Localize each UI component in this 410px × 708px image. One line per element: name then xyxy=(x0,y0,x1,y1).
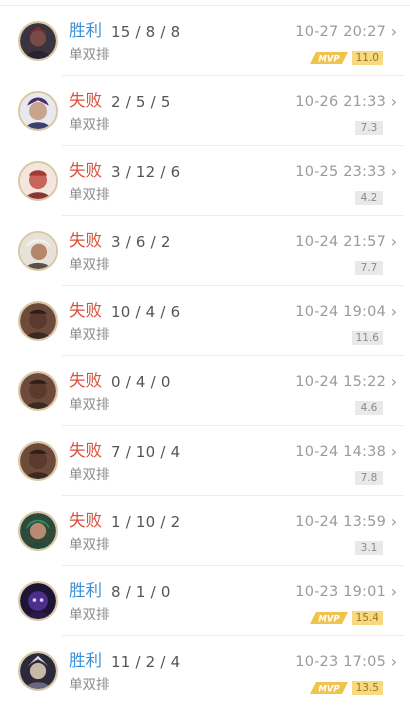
match-result: 失败 xyxy=(69,441,102,460)
mvp-label: MVP xyxy=(318,685,340,695)
match-time: 10-24 19:04 xyxy=(295,304,386,320)
match-row[interactable]: 胜利 11 / 2 / 4 单双排 10-23 17:05 › MVP 13.5 xyxy=(0,636,410,706)
game-mode: 单双排 xyxy=(69,397,110,413)
match-score-badge: 7.3 xyxy=(355,121,383,135)
chevron-right-icon: › xyxy=(390,372,398,391)
match-result: 胜利 xyxy=(69,651,102,670)
match-row[interactable]: 失败 10 / 4 / 6 单双排 10-24 19:04 › 11.6 xyxy=(0,286,410,356)
hero-avatar-icon xyxy=(18,91,58,131)
match-time: 10-24 21:57 xyxy=(295,234,386,250)
match-history-list: 胜利 15 / 8 / 8 单双排 10-27 20:27 › MVP 11.0… xyxy=(0,6,410,706)
match-time: 10-25 23:33 xyxy=(295,164,386,180)
hero-avatar-icon xyxy=(18,581,58,621)
match-result: 胜利 xyxy=(69,21,102,40)
match-time: 10-24 14:38 xyxy=(295,444,386,460)
mvp-badge-icon: MVP xyxy=(308,680,350,696)
kda-stats: 8 / 1 / 0 xyxy=(111,583,171,601)
hero-avatar-icon xyxy=(18,161,58,201)
chevron-right-icon: › xyxy=(390,162,398,181)
match-row[interactable]: 胜利 8 / 1 / 0 单双排 10-23 19:01 › MVP 15.4 xyxy=(0,566,410,636)
chevron-right-icon: › xyxy=(390,582,398,601)
game-mode: 单双排 xyxy=(69,327,110,343)
hero-avatar-icon xyxy=(18,371,58,411)
game-mode: 单双排 xyxy=(69,257,110,273)
chevron-right-icon: › xyxy=(390,92,398,111)
hero-avatar-icon xyxy=(18,231,58,271)
chevron-right-icon: › xyxy=(390,442,398,461)
match-result: 胜利 xyxy=(69,581,102,600)
match-result: 失败 xyxy=(69,301,102,320)
match-time: 10-26 21:33 xyxy=(295,94,386,110)
game-mode: 单双排 xyxy=(69,607,110,623)
match-result: 失败 xyxy=(69,161,102,180)
kda-stats: 2 / 5 / 5 xyxy=(111,93,171,111)
game-mode: 单双排 xyxy=(69,187,110,203)
match-time: 10-27 20:27 xyxy=(295,24,386,40)
match-score-badge: 4.6 xyxy=(355,401,383,415)
match-score-badge: 4.2 xyxy=(355,191,383,205)
kda-stats: 1 / 10 / 2 xyxy=(111,513,181,531)
match-row[interactable]: 失败 0 / 4 / 0 单双排 10-24 15:22 › 4.6 xyxy=(0,356,410,426)
game-mode: 单双排 xyxy=(69,47,110,63)
match-row[interactable]: 胜利 15 / 8 / 8 单双排 10-27 20:27 › MVP 11.0 xyxy=(0,6,410,76)
game-mode: 单双排 xyxy=(69,537,110,553)
match-time: 10-23 19:01 xyxy=(295,584,386,600)
match-time: 10-23 17:05 xyxy=(295,654,386,670)
hero-avatar-icon xyxy=(18,441,58,481)
match-time: 10-24 13:59 xyxy=(295,514,386,530)
mvp-badge-icon: MVP xyxy=(308,50,350,66)
kda-stats: 10 / 4 / 6 xyxy=(111,303,181,321)
match-score-badge: 11.6 xyxy=(351,331,383,345)
kda-stats: 0 / 4 / 0 xyxy=(111,373,171,391)
match-score-badge: 7.8 xyxy=(355,471,383,485)
kda-stats: 3 / 12 / 6 xyxy=(111,163,181,181)
chevron-right-icon: › xyxy=(390,302,398,321)
match-score-badge: 11.0 xyxy=(351,51,383,65)
match-result: 失败 xyxy=(69,371,102,390)
hero-avatar-icon xyxy=(18,301,58,341)
match-score-badge: 7.7 xyxy=(355,261,383,275)
match-row[interactable]: 失败 3 / 12 / 6 单双排 10-25 23:33 › 4.2 xyxy=(0,146,410,216)
chevron-right-icon: › xyxy=(390,232,398,251)
match-row[interactable]: 失败 2 / 5 / 5 单双排 10-26 21:33 › 7.3 xyxy=(0,76,410,146)
kda-stats: 11 / 2 / 4 xyxy=(111,653,181,671)
match-score-badge: 15.4 xyxy=(351,611,383,625)
kda-stats: 3 / 6 / 2 xyxy=(111,233,171,251)
match-row[interactable]: 失败 3 / 6 / 2 单双排 10-24 21:57 › 7.7 xyxy=(0,216,410,286)
match-result: 失败 xyxy=(69,511,102,530)
game-mode: 单双排 xyxy=(69,677,110,693)
match-row[interactable]: 失败 1 / 10 / 2 单双排 10-24 13:59 › 3.1 xyxy=(0,496,410,566)
game-mode: 单双排 xyxy=(69,467,110,483)
chevron-right-icon: › xyxy=(390,22,398,41)
hero-avatar-icon xyxy=(18,21,58,61)
match-score-badge: 13.5 xyxy=(351,681,383,695)
chevron-right-icon: › xyxy=(390,652,398,671)
match-result: 失败 xyxy=(69,91,102,110)
match-score-badge: 3.1 xyxy=(355,541,383,555)
mvp-badge-icon: MVP xyxy=(308,610,350,626)
mvp-label: MVP xyxy=(318,615,340,625)
hero-avatar-icon xyxy=(18,511,58,551)
mvp-label: MVP xyxy=(318,55,340,65)
chevron-right-icon: › xyxy=(390,512,398,531)
match-row[interactable]: 失败 7 / 10 / 4 单双排 10-24 14:38 › 7.8 xyxy=(0,426,410,496)
hero-avatar-icon xyxy=(18,651,58,691)
kda-stats: 15 / 8 / 8 xyxy=(111,23,181,41)
match-time: 10-24 15:22 xyxy=(295,374,386,390)
kda-stats: 7 / 10 / 4 xyxy=(111,443,181,461)
game-mode: 单双排 xyxy=(69,117,110,133)
match-result: 失败 xyxy=(69,231,102,250)
